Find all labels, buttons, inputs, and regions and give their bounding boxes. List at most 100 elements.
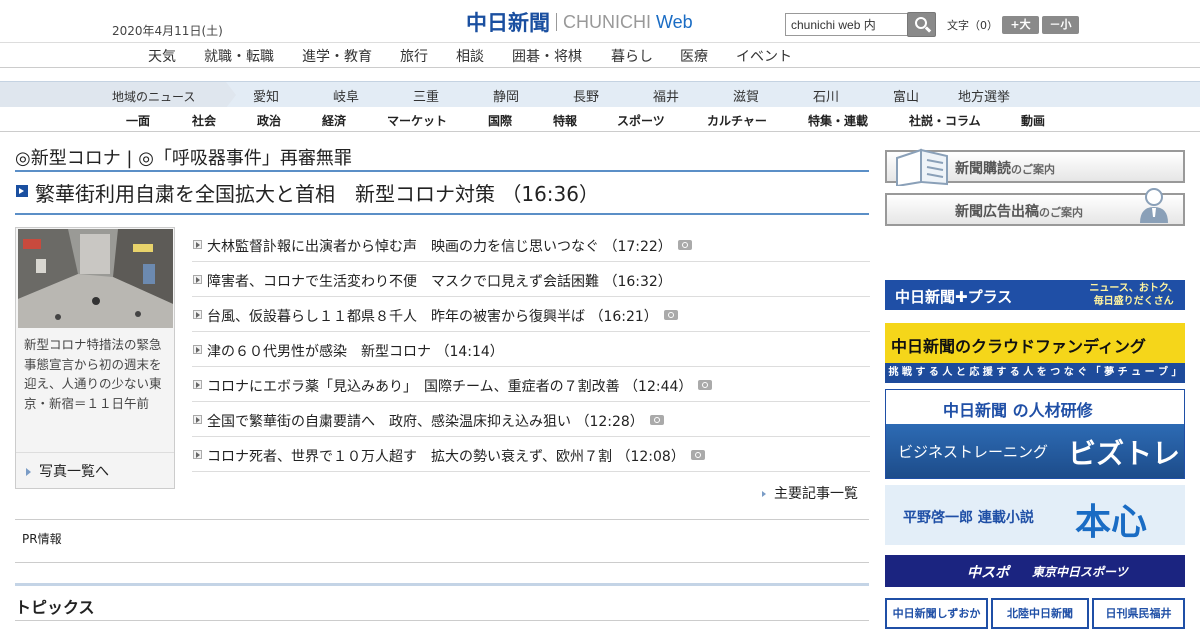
section-item[interactable]: 国際 — [488, 112, 512, 129]
hokuriku-banner[interactable]: 北陸中日新聞 — [991, 598, 1089, 629]
chuspo-banner[interactable]: 中スポ 東京中日スポーツ — [885, 555, 1185, 587]
novel-author: 平野啓一郎 連載小説 — [903, 510, 1034, 526]
jinzai-sub: ビジネストレーニング — [898, 443, 1049, 461]
camera-icon — [649, 415, 664, 425]
article-item[interactable]: コロナ死者、世界で１０万人超す 拡大の勢い衰えず、欧州７割 （12:08） — [192, 437, 870, 472]
arrow-icon — [193, 415, 202, 424]
search-button[interactable] — [907, 12, 936, 37]
site-logo[interactable]: 中日新聞 CHUNICHI Web — [466, 8, 693, 36]
top-nav-item[interactable]: 暮らし — [611, 46, 653, 66]
novel-title: 本心 — [1075, 502, 1148, 543]
logo-divider — [556, 13, 557, 31]
site-header: 2020年4月11日(土) 中日新聞 CHUNICHI Web 文字（0） +大… — [0, 0, 1200, 42]
divider — [15, 620, 869, 621]
article-title[interactable]: 津の６０代男性が感染 新型コロナ — [207, 344, 431, 360]
crowdfunding-banner[interactable]: 中日新聞のクラウドファンディング 挑 戦 す る 人 と 応 援 す る 人 を… — [885, 323, 1185, 383]
region-item[interactable]: 静岡 — [493, 86, 519, 105]
search-input[interactable] — [785, 13, 908, 36]
article-title[interactable]: コロナ死者、世界で１０万人超す 拡大の勢い衰えず、欧州７割 — [207, 449, 612, 465]
article-item[interactable]: 全国で繁華街の自粛要請へ 政府、感染温床抑え込み狙い （12:28） — [192, 402, 870, 437]
camera-icon — [698, 380, 713, 390]
divider — [15, 562, 869, 563]
lead-headline[interactable]: 繁華街利用自粛を全国拡大と首相 新型コロナ対策 （16:36） — [35, 178, 599, 207]
subscribe-button[interactable]: 新聞購読のご案内 — [885, 148, 1185, 188]
arrow-icon — [193, 380, 202, 389]
top-nav-item[interactable]: 就職・転職 — [204, 46, 274, 66]
region-item[interactable]: 滋賀 — [733, 86, 759, 105]
fukui-banner[interactable]: 日刊県民福井 — [1092, 598, 1185, 629]
top-nav-item[interactable]: 医療 — [680, 46, 708, 66]
regional-nav-label: 地域のニュース — [0, 82, 226, 107]
article-time: （16:21） — [589, 309, 658, 325]
advertise-label: 新聞広告出稿 — [955, 204, 1039, 220]
article-time: （12:44） — [624, 379, 693, 395]
top-nav-item[interactable]: 天気 — [148, 46, 176, 66]
news-photo[interactable] — [18, 229, 173, 328]
top-nav-item[interactable]: 旅行 — [400, 46, 428, 66]
section-item[interactable]: 一面 — [126, 112, 150, 129]
section-item[interactable]: スポーツ — [617, 112, 665, 129]
section-item[interactable]: 社会 — [192, 112, 216, 129]
pr-label: PR情報 — [22, 532, 62, 546]
article-time: （17:22） — [603, 239, 672, 255]
article-title[interactable]: 大林監督訃報に出演者から悼む声 映画の力を信じ思いつなぐ — [207, 239, 599, 255]
subscribe-sub: のご案内 — [1011, 163, 1055, 176]
region-item[interactable]: 三重 — [413, 86, 439, 105]
region-item[interactable]: 地方選挙 — [958, 86, 1010, 105]
camera-icon — [690, 450, 705, 460]
tokyo-chunichi-title: 東京中日スポーツ — [1032, 565, 1128, 579]
current-date: 2020年4月11日(土) — [112, 24, 223, 38]
jinzai-title: 中日新聞 の人材研修 — [943, 401, 1093, 420]
plus-banner[interactable]: 中日新聞✚プラス ニュース、おトク、 毎日盛りだくさん — [885, 280, 1185, 310]
article-title[interactable]: 全国で繁華街の自粛要請へ 政府、感染温床抑え込み狙い — [207, 414, 571, 430]
photo-list-link[interactable]: 写真一覧へ — [26, 461, 109, 481]
section-item[interactable]: 動画 — [1021, 112, 1045, 129]
section-item[interactable]: マーケット — [387, 112, 447, 129]
region-item[interactable]: 長野 — [573, 86, 599, 105]
region-item[interactable]: 石川 — [813, 86, 839, 105]
advertise-button[interactable]: 新聞広告出稿のご案内 — [885, 188, 1185, 226]
topic-header[interactable]: ◎新型コロナ | ◎「呼吸器事件」再審無罪 — [15, 144, 352, 170]
novel-banner[interactable]: 平野啓一郎 連載小説 本心 — [885, 485, 1185, 545]
camera-icon — [677, 240, 692, 250]
article-time: （16:32） — [603, 274, 672, 290]
divider — [15, 519, 869, 520]
logo-kanji: 中日新聞 — [466, 10, 550, 35]
article-title[interactable]: 台風、仮設暮らし１１都県８千人 昨年の被害から復興半ば — [207, 309, 585, 325]
shizuoka-banner[interactable]: 中日新聞しずおか — [885, 598, 988, 629]
article-item[interactable]: 津の６０代男性が感染 新型コロナ （14:14） — [192, 332, 870, 367]
top-nav: 天気 就職・転職 進学・教育 旅行 相談 囲碁・将棋 暮らし 医療 イベント — [0, 42, 1200, 68]
topics-divider — [15, 583, 869, 586]
font-smaller-button[interactable]: －小 — [1042, 16, 1079, 34]
jinzai-banner[interactable]: 中日新聞 の人材研修 ビジネストレーニング ビズトレ — [885, 389, 1185, 479]
section-item[interactable]: 特集・連載 — [808, 112, 868, 129]
crowdfunding-tagline: 挑 戦 す る 人 と 応 援 す る 人 を つ な ぐ 「 夢 チ ュ ー … — [885, 363, 1185, 383]
top-nav-item[interactable]: イベント — [736, 46, 792, 66]
arrow-icon — [193, 275, 202, 284]
camera-icon — [663, 310, 678, 320]
article-item[interactable]: 大林監督訃報に出演者から悼む声 映画の力を信じ思いつなぐ （17:22） — [192, 227, 870, 262]
section-item[interactable]: 経済 — [322, 112, 346, 129]
regional-nav-label-text: 地域のニュース — [112, 90, 196, 104]
section-item[interactable]: 政治 — [257, 112, 281, 129]
section-item[interactable]: 社説・コラム — [909, 112, 981, 129]
arrow-icon — [193, 450, 202, 459]
region-item[interactable]: 愛知 — [253, 86, 279, 105]
arrow-icon — [193, 240, 202, 249]
region-item[interactable]: 富山 — [893, 86, 919, 105]
more-articles-link[interactable]: 主要記事一覧 — [762, 483, 858, 503]
article-item[interactable]: コロナにエボラ薬「見込みあり」 国際チーム、重症者の７割改善 （12:44） — [192, 367, 870, 402]
crowdfunding-title: 中日新聞のクラウドファンディング — [891, 337, 1146, 356]
article-item[interactable]: 台風、仮設暮らし１１都県８千人 昨年の被害から復興半ば （16:21） — [192, 297, 870, 332]
article-title[interactable]: 障害者、コロナで生活変わり不便 マスクで口見えず会話困難 — [207, 274, 599, 290]
section-item[interactable]: カルチャー — [707, 112, 767, 129]
region-item[interactable]: 福井 — [653, 86, 679, 105]
top-nav-item[interactable]: 相談 — [456, 46, 484, 66]
font-larger-button[interactable]: +大 — [1002, 16, 1039, 34]
top-nav-item[interactable]: 囲碁・将棋 — [512, 46, 582, 66]
article-title[interactable]: コロナにエボラ薬「見込みあり」 国際チーム、重症者の７割改善 — [207, 379, 620, 395]
section-item[interactable]: 特報 — [553, 112, 577, 129]
region-item[interactable]: 岐阜 — [333, 86, 359, 105]
top-nav-item[interactable]: 進学・教育 — [302, 46, 372, 66]
article-item[interactable]: 障害者、コロナで生活変わり不便 マスクで口見えず会話困難 （16:32） — [192, 262, 870, 297]
